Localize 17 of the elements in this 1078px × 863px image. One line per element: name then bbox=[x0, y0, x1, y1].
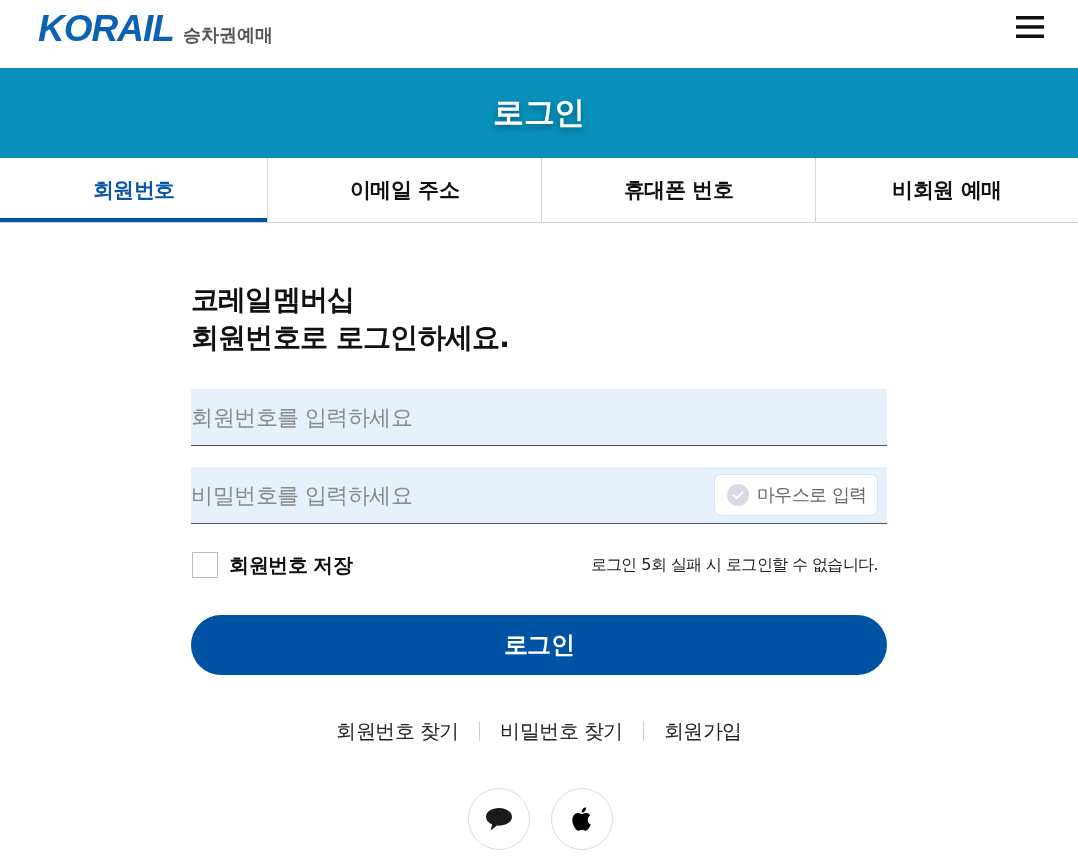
speech-bubble-icon bbox=[485, 807, 512, 831]
input-field[interactable]: 회원번호를 입력하세요 bbox=[191, 389, 887, 446]
login-button[interactable]: 로그인 bbox=[191, 615, 887, 675]
mouse-input-button[interactable]: 마우스로 입력 bbox=[713, 474, 878, 516]
login-notice: 로그인 5회 실패 시 로그인할 수 없습니다. bbox=[590, 554, 878, 576]
page-title: 로그인 bbox=[493, 93, 585, 132]
apple-icon bbox=[571, 806, 592, 832]
menu-button[interactable] bbox=[1016, 16, 1044, 38]
checkbox[interactable] bbox=[192, 552, 218, 578]
menu-icon bbox=[1016, 16, 1044, 38]
login-heading: 코레일멤버십 회원번호로 로그인하세요. bbox=[191, 282, 510, 356]
logo-subtitle: 승차권예매 bbox=[182, 22, 273, 47]
link[interactable]: 회원번호 찾기 bbox=[336, 717, 459, 745]
link[interactable]: 회원가입 bbox=[663, 717, 742, 745]
checkbox-label[interactable]: 회원번호 저장 bbox=[229, 551, 353, 579]
link[interactable]: 비밀번호 찾기 bbox=[500, 717, 623, 745]
brand-logo: KORAIL bbox=[38, 9, 174, 47]
